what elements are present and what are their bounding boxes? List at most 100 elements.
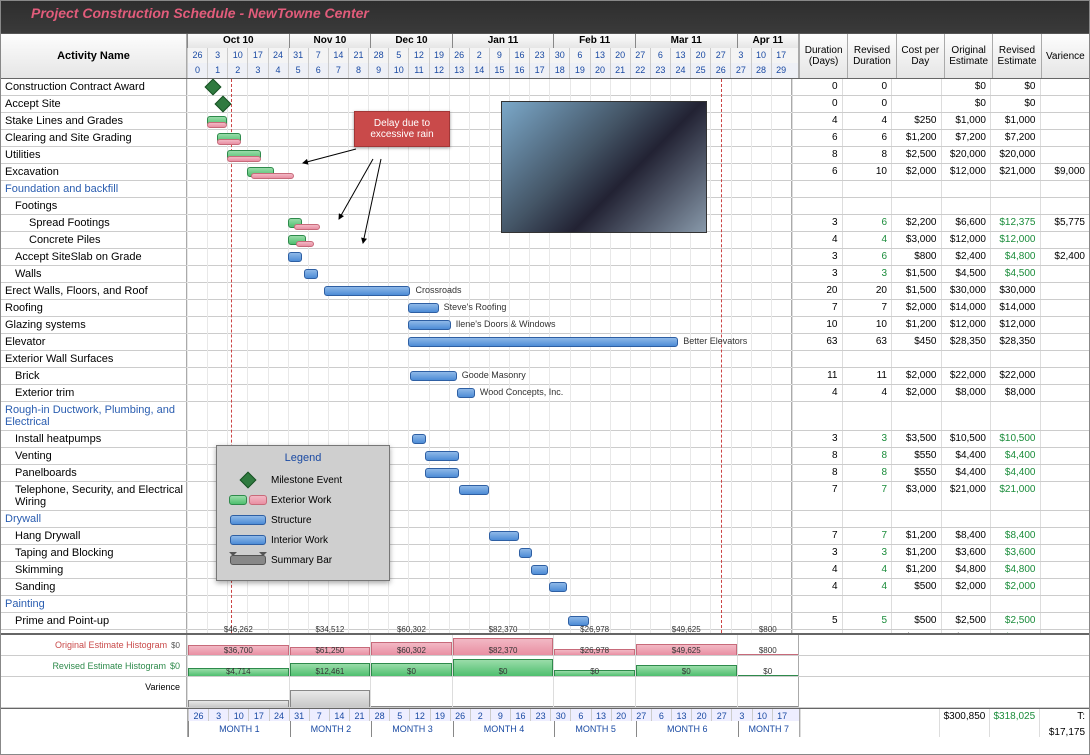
task-name: Finish Painting bbox=[1, 630, 187, 633]
task-row[interactable]: BrickGoode Masonry1111$2,000$22,000$22,0… bbox=[1, 368, 1089, 385]
gantt-bar[interactable] bbox=[412, 434, 425, 444]
task-row[interactable]: Skimming44$1,200$4,800$4,800 bbox=[1, 562, 1089, 579]
task-row[interactable]: Rough-in Ductwork, Plumbing, and Electri… bbox=[1, 402, 1089, 431]
gantt-cell bbox=[187, 232, 792, 248]
building-photo bbox=[501, 101, 707, 233]
task-row[interactable]: Install heatpumps33$3,500$10,500$10,500 bbox=[1, 431, 1089, 448]
total-original: $300,850 bbox=[939, 709, 989, 737]
total-revised: $318,025 bbox=[989, 709, 1039, 737]
gantt-cell bbox=[187, 351, 792, 367]
bar-label: Better Elevators bbox=[683, 336, 747, 346]
histo-variance: Varience $4,714$12,461$0$0$0$0$0 bbox=[1, 677, 1089, 708]
task-name: Utilities bbox=[1, 147, 187, 163]
task-row[interactable]: Erect Walls, Floors, and RoofCrossroads2… bbox=[1, 283, 1089, 300]
gantt-bar[interactable] bbox=[205, 79, 222, 95]
task-row[interactable]: Taping and Blocking33$1,200$3,600$3,600 bbox=[1, 545, 1089, 562]
header-re: Revised Estimate bbox=[992, 34, 1040, 78]
gantt-bar[interactable] bbox=[217, 139, 241, 145]
task-name: Roofing bbox=[1, 300, 187, 316]
gantt-bar[interactable] bbox=[459, 485, 489, 495]
task-name: Sanding bbox=[1, 579, 187, 595]
gantt-cell: Steve's Roofing bbox=[187, 300, 792, 316]
gantt-bar[interactable] bbox=[296, 241, 314, 247]
gantt-bar[interactable] bbox=[489, 531, 519, 541]
task-row[interactable]: Panelboards88$550$4,400$4,400 bbox=[1, 465, 1089, 482]
task-name: Elevator bbox=[1, 334, 187, 350]
delay-callout: Delay due to excessive rain bbox=[354, 111, 450, 147]
gantt-bar[interactable]: Crossroads bbox=[324, 286, 411, 296]
task-name: Brick bbox=[1, 368, 187, 384]
header-timeline: Oct 10Nov 10Dec 10Jan 11Feb 11Mar 11Apr … bbox=[187, 34, 799, 78]
legend-box: Legend Milestone EventExterior WorkStruc… bbox=[216, 445, 390, 581]
gantt-bar[interactable] bbox=[207, 122, 227, 128]
gantt-bar[interactable] bbox=[227, 156, 261, 162]
bar-label: Wood Concepts, Inc. bbox=[480, 387, 563, 397]
task-row[interactable]: Accept SiteSlab on Grade36$800$2,400$4,8… bbox=[1, 249, 1089, 266]
task-row[interactable]: ElevatorBetter Elevators6363$450$28,350$… bbox=[1, 334, 1089, 351]
legend-item: Interior Work bbox=[225, 530, 381, 550]
gantt-bar[interactable] bbox=[531, 565, 548, 575]
header-months: Oct 10Nov 10Dec 10Jan 11Feb 11Mar 11Apr … bbox=[187, 34, 798, 48]
legend-item: Exterior Work bbox=[225, 490, 381, 510]
task-row[interactable]: Hang Drywall77$1,200$8,400$8,400 bbox=[1, 528, 1089, 545]
task-row[interactable]: Walls33$1,500$4,500$4,500 bbox=[1, 266, 1089, 283]
task-name: Walls bbox=[1, 266, 187, 282]
gantt-bar[interactable]: Steve's Roofing bbox=[408, 303, 438, 313]
gantt-bar[interactable] bbox=[215, 96, 232, 113]
gantt-cell bbox=[187, 596, 792, 612]
task-name: Accept SiteSlab on Grade bbox=[1, 249, 187, 265]
task-name: Concrete Piles bbox=[1, 232, 187, 248]
header-activity: Activity Name bbox=[1, 34, 187, 78]
gantt-bar[interactable] bbox=[425, 451, 459, 461]
gantt-bar[interactable] bbox=[304, 269, 318, 279]
histo-label-var: Varience bbox=[1, 677, 187, 707]
legend-title: Legend bbox=[225, 452, 381, 464]
legend-label: Interior Work bbox=[271, 535, 328, 546]
task-name: Painting bbox=[1, 596, 187, 612]
gantt-bar[interactable]: Ilene's Doors & Windows bbox=[408, 320, 450, 330]
task-name: Excavation bbox=[1, 164, 187, 180]
task-row[interactable]: Concrete Piles44$3,000$12,000$12,000 bbox=[1, 232, 1089, 249]
gantt-bar[interactable] bbox=[519, 548, 532, 558]
column-header: Activity Name Oct 10Nov 10Dec 10Jan 11Fe… bbox=[1, 34, 1089, 79]
task-row[interactable]: Sanding44$500$2,000$2,000 bbox=[1, 579, 1089, 596]
task-name: Footings bbox=[1, 198, 187, 214]
footer-timeline: 2631017243171421285121926291623306132027… bbox=[188, 709, 800, 737]
gantt-bar[interactable] bbox=[294, 224, 320, 230]
gantt-cell: Crossroads bbox=[187, 283, 792, 299]
task-row[interactable]: Glazing systemsIlene's Doors & Windows10… bbox=[1, 317, 1089, 334]
gantt-bar[interactable] bbox=[425, 468, 459, 478]
task-name: Rough-in Ductwork, Plumbing, and Electri… bbox=[1, 402, 187, 430]
task-name: Drywall bbox=[1, 511, 187, 527]
task-row[interactable]: Painting bbox=[1, 596, 1089, 613]
task-name: Exterior Wall Surfaces bbox=[1, 351, 187, 367]
gantt-bar[interactable] bbox=[549, 582, 566, 592]
gantt-bar[interactable]: Wood Concepts, Inc. bbox=[457, 388, 475, 398]
bar-label: Steve's Roofing bbox=[444, 302, 507, 312]
page-title: Project Construction Schedule - NewTowne… bbox=[31, 5, 369, 21]
gantt-cell: Better Elevators bbox=[187, 334, 792, 350]
gantt-bar[interactable] bbox=[251, 173, 293, 179]
task-row[interactable]: Construction Contract Award00$0$0 bbox=[1, 79, 1089, 96]
task-name: Skimming bbox=[1, 562, 187, 578]
gantt-bar[interactable]: Goode Masonry bbox=[410, 371, 456, 381]
task-row[interactable]: RoofingSteve's Roofing77$2,000$14,000$14… bbox=[1, 300, 1089, 317]
gantt-cell bbox=[187, 266, 792, 282]
gantt-page: Project Construction Schedule - NewTowne… bbox=[0, 0, 1090, 755]
gantt-cell: Goode Masonry bbox=[187, 368, 792, 384]
task-name: Spread Footings bbox=[1, 215, 187, 231]
gantt-bar[interactable] bbox=[288, 252, 302, 262]
task-row[interactable]: Telephone, Security, and Electrical Wiri… bbox=[1, 482, 1089, 511]
task-name: Install heatpumps bbox=[1, 431, 187, 447]
gantt-bar[interactable]: Better Elevators bbox=[408, 337, 678, 347]
task-name: Venting bbox=[1, 448, 187, 464]
task-row[interactable]: Venting88$550$4,400$4,400 bbox=[1, 448, 1089, 465]
task-name: Prime and Point-up bbox=[1, 613, 187, 629]
task-row[interactable]: Drywall bbox=[1, 511, 1089, 528]
task-row[interactable]: Exterior trimWood Concepts, Inc.44$2,000… bbox=[1, 385, 1089, 402]
task-name: Telephone, Security, and Electrical Wiri… bbox=[1, 482, 187, 510]
task-row[interactable]: Exterior Wall Surfaces bbox=[1, 351, 1089, 368]
bar-label: Crossroads bbox=[415, 285, 461, 295]
footer: 2631017243171421285121926291623306132027… bbox=[1, 708, 1089, 737]
histo-label-orig: Original Estimate Histogram$0 bbox=[1, 635, 187, 655]
